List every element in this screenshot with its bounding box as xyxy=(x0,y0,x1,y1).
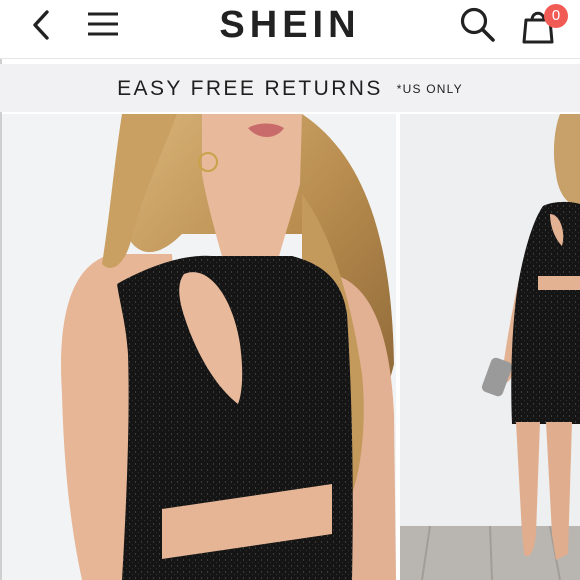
brand-logo[interactable]: SHEIN xyxy=(190,2,390,48)
promo-text: EASY FREE RETURNS xyxy=(117,77,383,100)
product-full-body-photo[interactable] xyxy=(400,114,580,580)
hamburger-menu-icon[interactable] xyxy=(86,9,120,39)
product-closeup-photo[interactable] xyxy=(2,114,396,580)
promo-note: *US ONLY xyxy=(396,82,463,96)
chevron-left-icon[interactable] xyxy=(26,8,56,42)
cart-button[interactable]: 0 xyxy=(518,2,574,48)
search-icon[interactable] xyxy=(458,5,498,45)
top-navigation-bar: SHEIN 0 xyxy=(0,0,580,59)
cart-count-badge: 0 xyxy=(544,4,568,28)
product-image-gallery xyxy=(0,114,580,580)
free-returns-banner[interactable]: EASY FREE RETURNS *US ONLY xyxy=(0,64,580,112)
